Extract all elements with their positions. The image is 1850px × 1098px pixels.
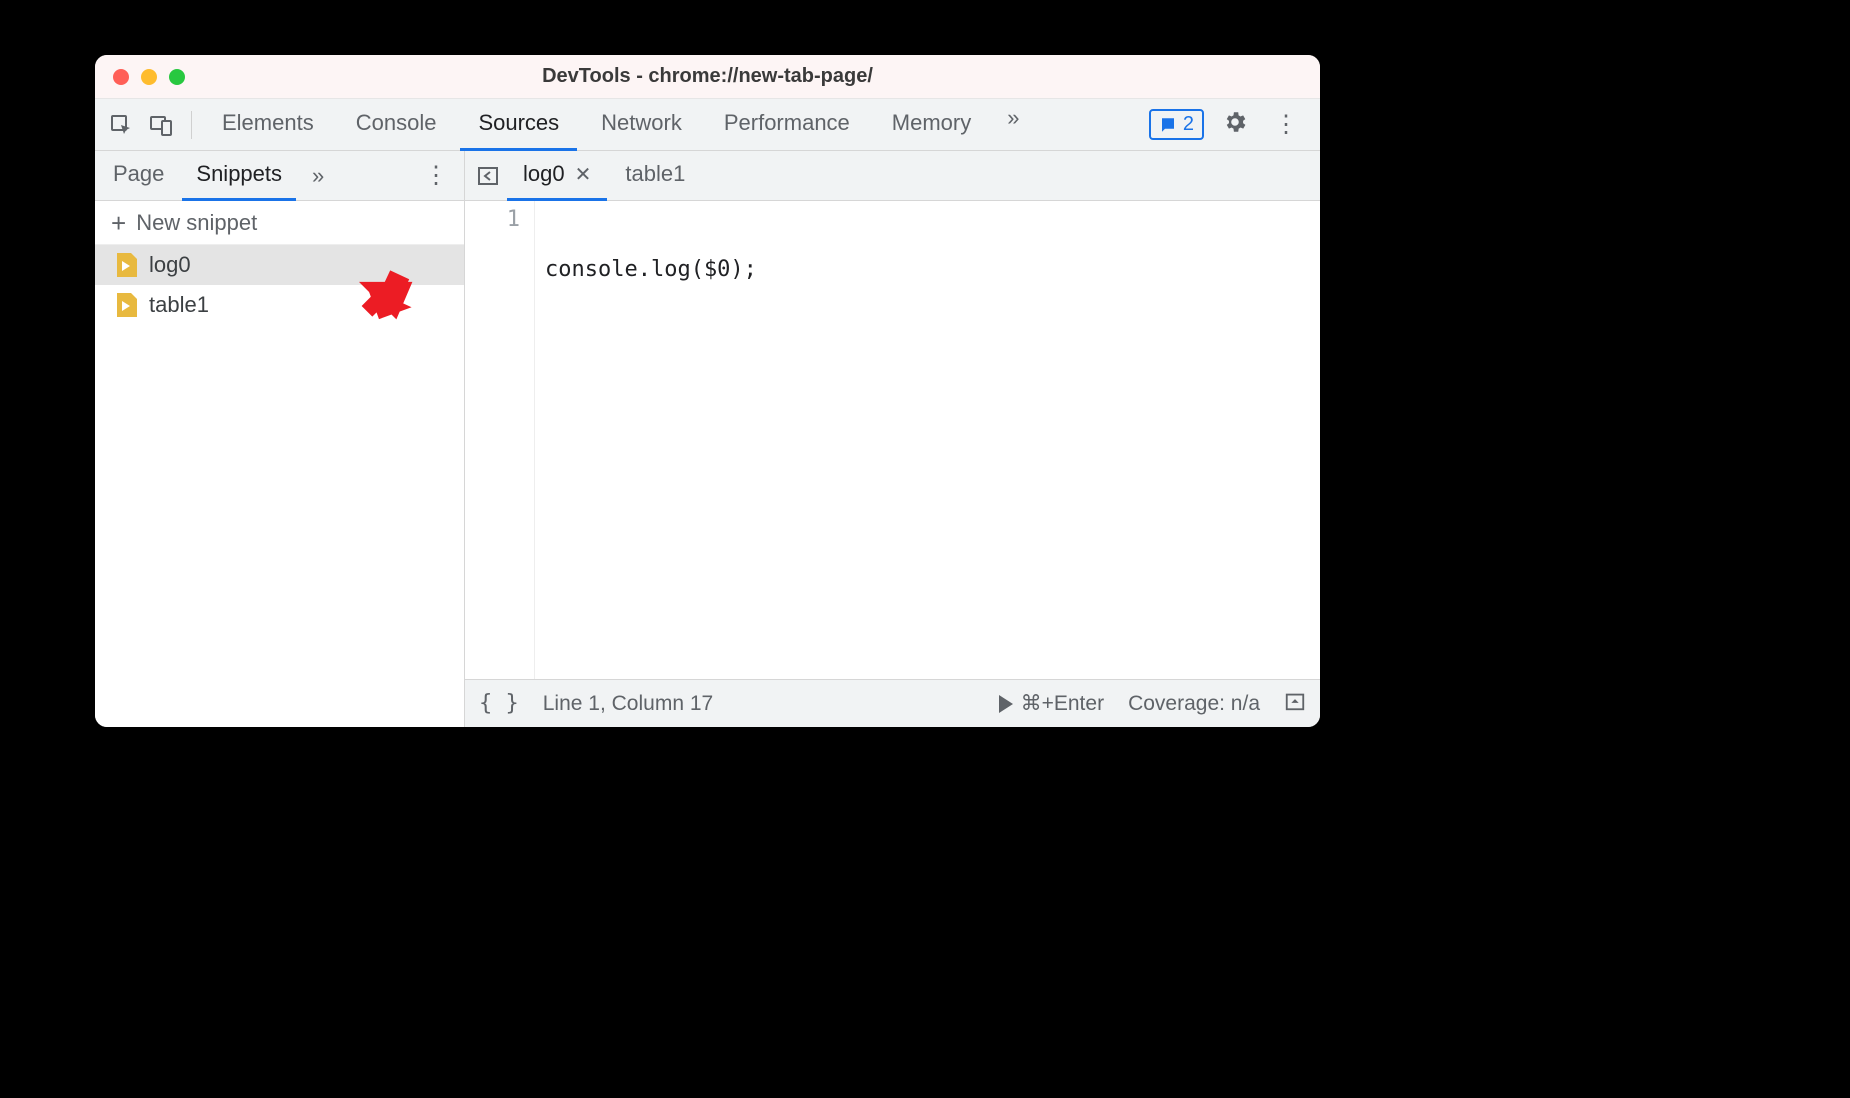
navigator-menu-kebab-icon[interactable]: ⋮ (412, 155, 460, 196)
file-tab-table1[interactable]: table1 (609, 151, 701, 201)
more-tabs-icon[interactable]: » (1001, 99, 1025, 151)
snippet-list: log0 table1 (95, 245, 464, 727)
snippet-item-log0[interactable]: log0 (95, 245, 464, 285)
tab-sources[interactable]: Sources (460, 99, 577, 151)
inspect-element-icon[interactable] (103, 107, 139, 143)
traffic-lights (113, 69, 185, 85)
file-tab-label: log0 (523, 161, 565, 187)
code-line: console.log($0); (545, 257, 1320, 282)
navigator-tabs: Page Snippets » ⋮ (95, 151, 464, 201)
tab-elements[interactable]: Elements (204, 99, 332, 151)
run-snippet-button[interactable]: ⌘+Enter (999, 691, 1104, 716)
snippet-name: log0 (149, 252, 191, 278)
line-number-gutter: 1 (465, 201, 535, 679)
close-tab-icon[interactable]: ✕ (575, 162, 592, 187)
toolbar-right: 2 ⋮ (1149, 105, 1312, 144)
settings-gear-icon[interactable] (1218, 105, 1252, 144)
device-toolbar-icon[interactable] (143, 107, 179, 143)
main-tabs: Elements Console Sources Network Perform… (204, 99, 1145, 151)
tab-network[interactable]: Network (583, 99, 700, 151)
zoom-window-button[interactable] (169, 69, 185, 85)
file-tab-log0[interactable]: log0 ✕ (507, 151, 607, 201)
new-snippet-label: New snippet (136, 210, 257, 236)
snippet-item-table1[interactable]: table1 (95, 285, 464, 325)
panel-body: Page Snippets » ⋮ + New snippet log0 tab… (95, 151, 1320, 727)
tab-performance[interactable]: Performance (706, 99, 868, 151)
navigate-back-icon[interactable] (471, 159, 505, 193)
messages-count: 2 (1183, 113, 1194, 136)
messages-badge[interactable]: 2 (1149, 109, 1204, 140)
window-titlebar: DevTools - chrome://new-tab-page/ (95, 55, 1320, 99)
devtools-window: DevTools - chrome://new-tab-page/ Elemen… (95, 55, 1320, 727)
run-shortcut-hint: ⌘+Enter (1021, 691, 1104, 716)
navigator-tab-snippets[interactable]: Snippets (182, 151, 296, 201)
snippet-file-icon (117, 293, 137, 317)
tab-console[interactable]: Console (338, 99, 455, 151)
file-tab-label: table1 (625, 161, 685, 187)
pretty-print-icon[interactable]: { } (479, 691, 519, 716)
code-editor[interactable]: 1 console.log($0); (465, 201, 1320, 679)
plus-icon: + (111, 210, 126, 236)
coverage-status: Coverage: n/a (1128, 692, 1260, 716)
navigator-tab-page[interactable]: Page (99, 151, 178, 201)
play-icon (999, 695, 1013, 713)
tab-memory[interactable]: Memory (874, 99, 989, 151)
code-content[interactable]: console.log($0); (535, 201, 1320, 679)
main-menu-kebab-icon[interactable]: ⋮ (1266, 106, 1306, 143)
file-tabstrip: log0 ✕ table1 (465, 151, 1320, 201)
cursor-position: Line 1, Column 17 (543, 692, 713, 716)
snippet-file-icon (117, 253, 137, 277)
editor-pane: log0 ✕ table1 1 console.log($0); { } Lin… (465, 151, 1320, 727)
show-drawer-icon[interactable] (1284, 690, 1306, 718)
toolbar-separator (191, 111, 192, 139)
navigator-sidebar: Page Snippets » ⋮ + New snippet log0 tab… (95, 151, 465, 727)
snippet-name: table1 (149, 292, 209, 318)
line-number: 1 (465, 207, 520, 232)
new-snippet-button[interactable]: + New snippet (95, 201, 464, 245)
minimize-window-button[interactable] (141, 69, 157, 85)
window-title: DevTools - chrome://new-tab-page/ (95, 65, 1320, 88)
navigator-more-icon[interactable]: » (306, 157, 330, 195)
close-window-button[interactable] (113, 69, 129, 85)
main-toolbar: Elements Console Sources Network Perform… (95, 99, 1320, 151)
editor-statusbar: { } Line 1, Column 17 ⌘+Enter Coverage: … (465, 679, 1320, 727)
